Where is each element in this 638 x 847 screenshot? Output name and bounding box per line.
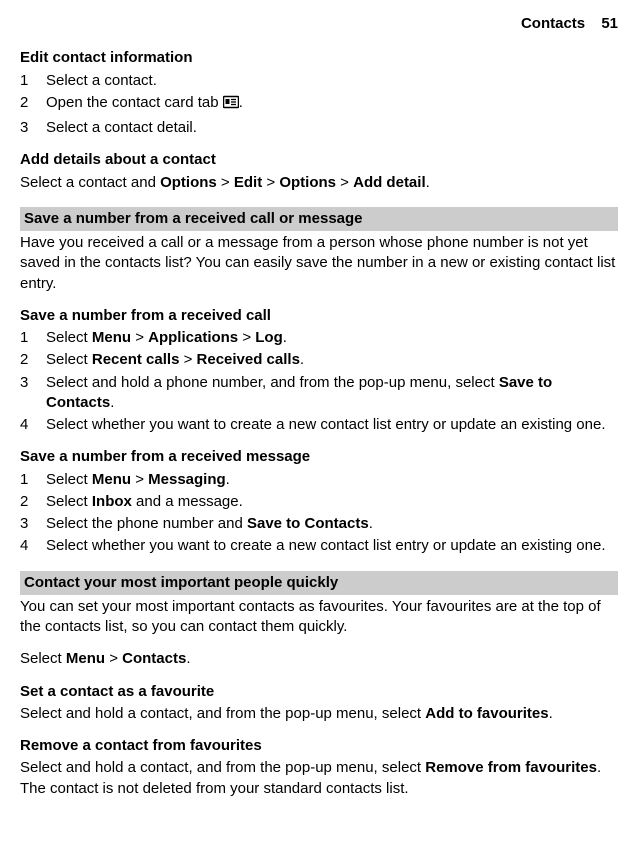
menu-path-item: Menu bbox=[66, 650, 105, 667]
steps-save-from-call: Select Menu > Applications > Log. Select… bbox=[20, 328, 618, 435]
favourites-intro: You can set your most important contacts… bbox=[20, 597, 618, 638]
menu-path-item: Received calls bbox=[197, 351, 300, 368]
text: . bbox=[426, 174, 430, 191]
separator: > bbox=[131, 329, 148, 346]
contact-card-icon bbox=[223, 94, 239, 116]
menu-path-item: Messaging bbox=[148, 471, 226, 488]
text: . bbox=[283, 329, 287, 346]
text: Select bbox=[46, 471, 92, 488]
menu-path-item: Menu bbox=[92, 329, 131, 346]
menu-path-item: Contacts bbox=[122, 650, 186, 667]
menu-path-item: Edit bbox=[234, 174, 262, 191]
list-item: Select and hold a phone number, and from… bbox=[20, 373, 618, 414]
text: Select the phone number and bbox=[46, 515, 247, 532]
heading-set-favourite: Set a contact as a favourite bbox=[20, 682, 618, 702]
heading-edit-contact-info: Edit contact information bbox=[20, 48, 618, 68]
list-item: Select Inbox and a message. bbox=[20, 492, 618, 512]
page-header: Contacts 51 bbox=[20, 14, 618, 34]
page-number: 51 bbox=[601, 15, 618, 32]
menu-path-item: Remove from favourites bbox=[425, 759, 597, 776]
heading-save-number: Save a number from a received call or me… bbox=[20, 207, 618, 231]
menu-path-item: Add to favourites bbox=[425, 705, 548, 722]
steps-save-from-message: Select Menu > Messaging. Select Inbox an… bbox=[20, 470, 618, 557]
text: . bbox=[110, 394, 114, 411]
menu-path-item: Options bbox=[279, 174, 336, 191]
menu-path-item: Log bbox=[255, 329, 283, 346]
chapter-name: Contacts bbox=[521, 15, 585, 32]
step-text: Select a contact detail. bbox=[46, 119, 197, 136]
menu-path-item: Save to Contacts bbox=[247, 515, 369, 532]
heading-add-details: Add details about a contact bbox=[20, 150, 618, 170]
list-item: Select a contact. bbox=[20, 71, 618, 91]
separator: > bbox=[105, 650, 122, 667]
heading-remove-favourite: Remove a contact from favourites bbox=[20, 736, 618, 756]
text: Select bbox=[46, 351, 92, 368]
list-item: Select whether you want to create a new … bbox=[20, 415, 618, 435]
text: . bbox=[300, 351, 304, 368]
menu-path-item: Options bbox=[160, 174, 217, 191]
separator: > bbox=[131, 471, 148, 488]
menu-path-item: Add detail bbox=[353, 174, 426, 191]
text: Select bbox=[20, 650, 66, 667]
text: . bbox=[186, 650, 190, 667]
separator: > bbox=[262, 174, 279, 191]
list-item: Select Menu > Messaging. bbox=[20, 470, 618, 490]
list-item: Select the phone number and Save to Cont… bbox=[20, 514, 618, 534]
menu-path-item: Applications bbox=[148, 329, 238, 346]
list-item: Select Menu > Applications > Log. bbox=[20, 328, 618, 348]
text: . bbox=[226, 471, 230, 488]
heading-favourites: Contact your most important people quick… bbox=[20, 571, 618, 595]
text: and a message. bbox=[132, 493, 243, 510]
remove-favourite-line: Select and hold a contact, and from the … bbox=[20, 758, 618, 799]
favourites-select: Select Menu > Contacts. bbox=[20, 649, 618, 669]
heading-save-from-call: Save a number from a received call bbox=[20, 306, 618, 326]
menu-path-item: Inbox bbox=[92, 493, 132, 510]
step-text: Select whether you want to create a new … bbox=[46, 537, 606, 554]
step-text: . bbox=[239, 94, 243, 111]
text: Select and hold a phone number, and from… bbox=[46, 374, 499, 391]
step-text: Open the contact card tab bbox=[46, 94, 223, 111]
separator: > bbox=[179, 351, 196, 368]
set-favourite-line: Select and hold a contact, and from the … bbox=[20, 704, 618, 724]
list-item: Select whether you want to create a new … bbox=[20, 536, 618, 556]
separator: > bbox=[217, 174, 234, 191]
list-item: Select Recent calls > Received calls. bbox=[20, 350, 618, 370]
text: . bbox=[369, 515, 373, 532]
menu-path-item: Recent calls bbox=[92, 351, 180, 368]
separator: > bbox=[336, 174, 353, 191]
text: Select and hold a contact, and from the … bbox=[20, 705, 425, 722]
heading-save-from-message: Save a number from a received message bbox=[20, 447, 618, 467]
save-number-intro: Have you received a call or a message fr… bbox=[20, 233, 618, 294]
list-item: Open the contact card tab . bbox=[20, 93, 618, 116]
text: Select a contact and bbox=[20, 174, 160, 191]
text: Select bbox=[46, 329, 92, 346]
step-text: Select whether you want to create a new … bbox=[46, 416, 606, 433]
separator: > bbox=[238, 329, 255, 346]
text: Select and hold a contact, and from the … bbox=[20, 759, 425, 776]
text: Select bbox=[46, 493, 92, 510]
list-item: Select a contact detail. bbox=[20, 118, 618, 138]
text: . bbox=[549, 705, 553, 722]
add-details-line: Select a contact and Options > Edit > Op… bbox=[20, 173, 618, 193]
steps-edit-contact-info: Select a contact. Open the contact card … bbox=[20, 71, 618, 139]
menu-path-item: Menu bbox=[92, 471, 131, 488]
step-text: Select a contact. bbox=[46, 72, 157, 89]
